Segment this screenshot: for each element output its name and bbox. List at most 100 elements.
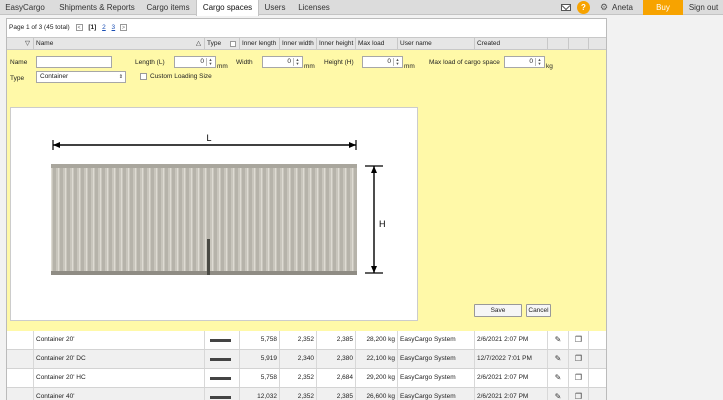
- mail-icon[interactable]: [561, 4, 571, 11]
- edit-icon[interactable]: ✎: [548, 388, 569, 400]
- row-selector: [7, 388, 34, 400]
- max-load-spinner-icon[interactable]: ▲ ▼: [535, 58, 543, 66]
- cell-type: [205, 350, 240, 368]
- tab-cargo-items[interactable]: Cargo items: [142, 0, 194, 15]
- max-load-input[interactable]: 0 ▲ ▼: [504, 56, 545, 68]
- width-input[interactable]: 0 ▲ ▼: [262, 56, 303, 68]
- copy-icon[interactable]: ❐: [569, 369, 589, 387]
- type-select[interactable]: Container ⇕: [36, 71, 126, 83]
- cell-user: EasyCargo System: [398, 331, 475, 349]
- gear-icon[interactable]: ⚙: [600, 3, 608, 12]
- tab-easycargo[interactable]: EasyCargo: [0, 0, 50, 15]
- cell-created: 2/6/2021 2:07 PM: [475, 331, 548, 349]
- cell-maxload: 22,100 kg: [356, 350, 398, 368]
- column-header-created[interactable]: Created: [475, 38, 548, 50]
- length-input[interactable]: 0 ▲ ▼: [174, 56, 216, 68]
- width-spinner-icon[interactable]: ▲ ▼: [293, 58, 301, 66]
- cell-name: Container 20' DC: [34, 350, 205, 368]
- cell-name: Container 20' HC: [34, 369, 205, 387]
- custom-loading-size-checkbox[interactable]: [140, 73, 147, 80]
- cell-name: Container 20': [34, 331, 205, 349]
- column-header-type-label: Type: [207, 40, 222, 47]
- copy-icon[interactable]: ❐: [569, 350, 589, 368]
- width-unit: mm: [304, 63, 315, 70]
- edit-icon[interactable]: ✎: [548, 369, 569, 387]
- cell-width: 2,340: [280, 350, 317, 368]
- user-name[interactable]: Aneta: [612, 0, 633, 15]
- cell-length: 12,032: [240, 388, 280, 400]
- cell-length: 5,758: [240, 369, 280, 387]
- sort-icon[interactable]: △: [196, 38, 201, 50]
- filter-icon[interactable]: ▽: [7, 38, 34, 50]
- tab-shipments-reports[interactable]: Shipments & Reports: [53, 0, 141, 15]
- column-header-name[interactable]: Name △: [34, 38, 205, 50]
- container-body: [51, 164, 357, 275]
- custom-loading-size-label: Custom Loading Size: [150, 73, 212, 80]
- height-input[interactable]: 0 ▲ ▼: [362, 56, 403, 68]
- cell-created: 2/6/2021 2:07 PM: [475, 369, 548, 387]
- cell-length: 5,919: [240, 350, 280, 368]
- type-select-value: Container: [40, 73, 69, 80]
- length-spinner-icon[interactable]: ▲ ▼: [206, 58, 214, 66]
- column-header-inner-length[interactable]: Inner length: [240, 38, 280, 50]
- cell-height: 2,380: [317, 350, 356, 368]
- height-value: 0: [387, 58, 391, 65]
- tab-users[interactable]: Users: [260, 0, 290, 15]
- type-filter-icon[interactable]: [230, 41, 236, 47]
- copy-icon[interactable]: ❐: [569, 388, 589, 400]
- height-label: Height (H): [324, 59, 354, 66]
- row-selector: [7, 331, 34, 349]
- column-header-inner-height[interactable]: Inner height: [317, 38, 356, 50]
- column-header-max-load[interactable]: Max load: [356, 38, 398, 50]
- cargo-spaces-grid: Page 1 of 3 (45 total) < [1] 2 3 > ▽ Nam…: [6, 18, 607, 400]
- length-value: 0: [200, 58, 204, 65]
- dimension-h-label: H: [379, 219, 386, 229]
- pager-prev-button[interactable]: <: [75, 23, 83, 31]
- cell-type: [205, 388, 240, 400]
- table-row[interactable]: Container 20' 5,758 2,352 2,385 28,200 kg Eas…: [7, 331, 606, 350]
- pager-page-3[interactable]: 3: [112, 19, 116, 37]
- pager-current-page: [1]: [88, 24, 97, 31]
- dimension-l-label: L: [206, 133, 211, 143]
- column-header-user-name[interactable]: User name: [398, 38, 475, 50]
- help-icon[interactable]: ?: [577, 1, 590, 14]
- cell-height: 2,385: [317, 388, 356, 400]
- tab-licenses[interactable]: Licenses: [293, 0, 335, 15]
- container-type-swatch: [210, 339, 231, 342]
- table-row[interactable]: Container 20' HC 5,758 2,352 2,684 29,200 kg…: [7, 369, 606, 388]
- tab-cargo-spaces[interactable]: Cargo spaces: [196, 0, 259, 16]
- table-row[interactable]: Container 40' 12,032 2,352 2,385 26,600 kg Ea…: [7, 388, 606, 400]
- max-load-unit: kg: [546, 63, 553, 70]
- edit-icon[interactable]: ✎: [548, 350, 569, 368]
- container-preview-image: L H: [10, 107, 418, 321]
- table-row[interactable]: Container 20' DC 5,919 2,340 2,380 22,100 kg…: [7, 350, 606, 369]
- cell-length: 5,758: [240, 331, 280, 349]
- cargo-space-editor: Name Length (L) 0 ▲ ▼ mm Width 0 ▲ ▼ mm He…: [7, 50, 606, 331]
- container-type-swatch: [210, 377, 231, 380]
- sign-out-link[interactable]: Sign out: [684, 0, 723, 15]
- pager-page-2[interactable]: 2: [102, 19, 106, 37]
- cell-width: 2,352: [280, 388, 317, 400]
- buy-button[interactable]: Buy: [643, 0, 683, 15]
- cell-user: EasyCargo System: [398, 369, 475, 387]
- row-selector: [7, 350, 34, 368]
- name-input[interactable]: [36, 56, 112, 68]
- cancel-button[interactable]: Cancel: [526, 304, 551, 317]
- pager-next-button[interactable]: >: [119, 23, 127, 31]
- top-navigation: EasyCargo Shipments & Reports Cargo item…: [0, 0, 723, 16]
- cell-maxload: 26,600 kg: [356, 388, 398, 400]
- save-button[interactable]: Save: [474, 304, 522, 317]
- cell-type: [205, 369, 240, 387]
- edit-icon[interactable]: ✎: [548, 331, 569, 349]
- cell-name: Container 40': [34, 388, 205, 400]
- cell-height: 2,684: [317, 369, 356, 387]
- column-header-type[interactable]: Type: [205, 38, 240, 50]
- pager-summary: Page 1 of 3 (45 total): [9, 24, 70, 31]
- max-load-value: 0: [529, 58, 533, 65]
- column-header-inner-width[interactable]: Inner width: [280, 38, 317, 50]
- cell-width: 2,352: [280, 331, 317, 349]
- copy-icon[interactable]: ❐: [569, 331, 589, 349]
- height-spinner-icon[interactable]: ▲ ▼: [393, 58, 401, 66]
- cell-user: EasyCargo System: [398, 388, 475, 400]
- cell-height: 2,385: [317, 331, 356, 349]
